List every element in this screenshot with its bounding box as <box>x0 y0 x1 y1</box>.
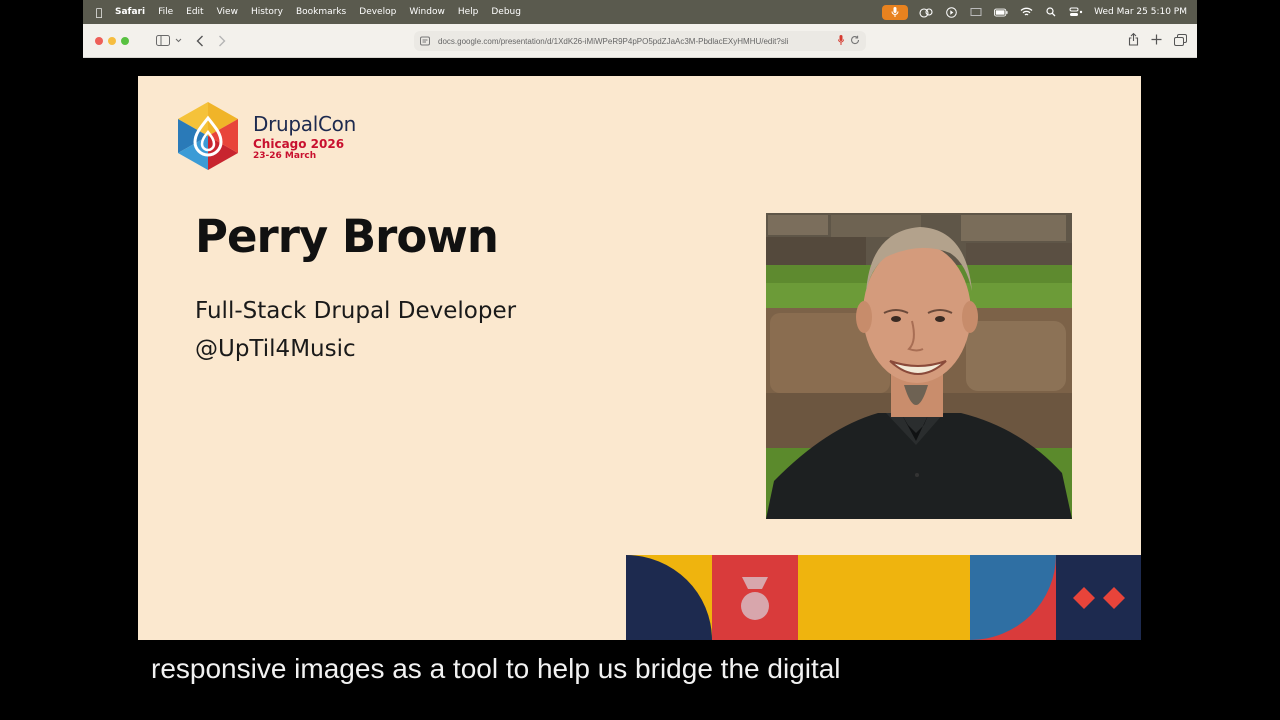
window-controls <box>95 36 129 45</box>
menu-view[interactable]: View <box>217 7 238 17</box>
menu-window[interactable]: Window <box>409 7 445 17</box>
screen-mirror-icon[interactable] <box>969 6 983 18</box>
video-caption: responsive images as a tool to help us b… <box>151 653 841 684</box>
menu-file[interactable]: File <box>158 7 173 17</box>
menu-history[interactable]: History <box>251 7 283 17</box>
speaker-photo <box>766 213 1072 519</box>
toolbar-right-actions <box>1128 33 1187 46</box>
presentation-slide: DrupalCon Chicago 2026 23-26 March Perry… <box>138 76 1141 640</box>
logo-city: Chicago 2026 <box>253 137 345 151</box>
apple-menu-icon[interactable]:  <box>93 6 105 19</box>
drupalcon-logo-icon <box>178 102 238 170</box>
browser-toolbar: docs.google.com/presentation/d/1XdK26-iM… <box>83 24 1197 58</box>
menu-bar:  Safari File Edit View History Bookmark… <box>83 0 1197 24</box>
event-logo-text: DrupalCon Chicago 2026 23-26 March <box>253 112 356 161</box>
speaker-name: Perry Brown <box>195 210 499 263</box>
wifi-icon[interactable] <box>1019 6 1033 18</box>
status-area: Wed Mar 25 5:10 PM <box>882 4 1187 20</box>
speaker-role: Full-Stack Drupal Developer <box>195 298 517 324</box>
search-icon[interactable] <box>1044 6 1058 18</box>
decorative-banner <box>626 555 1141 640</box>
tab-overview-icon[interactable] <box>1174 33 1187 46</box>
menubar-clock[interactable]: Wed Mar 25 5:10 PM <box>1094 7 1187 17</box>
close-window-button[interactable] <box>95 36 103 45</box>
forward-icon[interactable] <box>218 35 226 47</box>
chevron-down-icon[interactable] <box>175 38 182 43</box>
menu-debug[interactable]: Debug <box>491 7 521 17</box>
zoom-window-button[interactable] <box>121 36 129 45</box>
play-icon[interactable] <box>944 6 958 18</box>
menu-app-safari[interactable]: Safari <box>115 7 145 17</box>
logo-dates: 23-26 March <box>253 151 317 161</box>
hand-wave-icon[interactable] <box>919 6 933 18</box>
menu-develop[interactable]: Develop <box>359 7 396 17</box>
address-bar[interactable]: docs.google.com/presentation/d/1XdK26-iM… <box>414 31 866 51</box>
url-text[interactable]: docs.google.com/presentation/d/1XdK26-iM… <box>438 37 832 46</box>
menu-bookmarks[interactable]: Bookmarks <box>296 7 346 17</box>
sidebar-toggle-icon[interactable] <box>156 35 170 46</box>
control-center-icon[interactable] <box>1069 6 1083 18</box>
minimize-window-button[interactable] <box>108 36 116 45</box>
back-icon[interactable] <box>196 35 204 47</box>
speaker-handle: @UpTil4Music <box>195 336 356 362</box>
new-tab-icon[interactable] <box>1151 33 1162 46</box>
microphone-icon[interactable] <box>882 4 909 20</box>
menu-help[interactable]: Help <box>458 7 479 17</box>
menu-edit[interactable]: Edit <box>186 7 203 17</box>
microphone-icon[interactable] <box>838 35 844 47</box>
battery-icon[interactable] <box>994 6 1008 18</box>
page-settings-icon[interactable] <box>420 36 430 48</box>
reload-icon[interactable] <box>850 35 860 47</box>
logo-name: DrupalCon <box>253 112 356 136</box>
share-icon[interactable] <box>1128 33 1139 46</box>
